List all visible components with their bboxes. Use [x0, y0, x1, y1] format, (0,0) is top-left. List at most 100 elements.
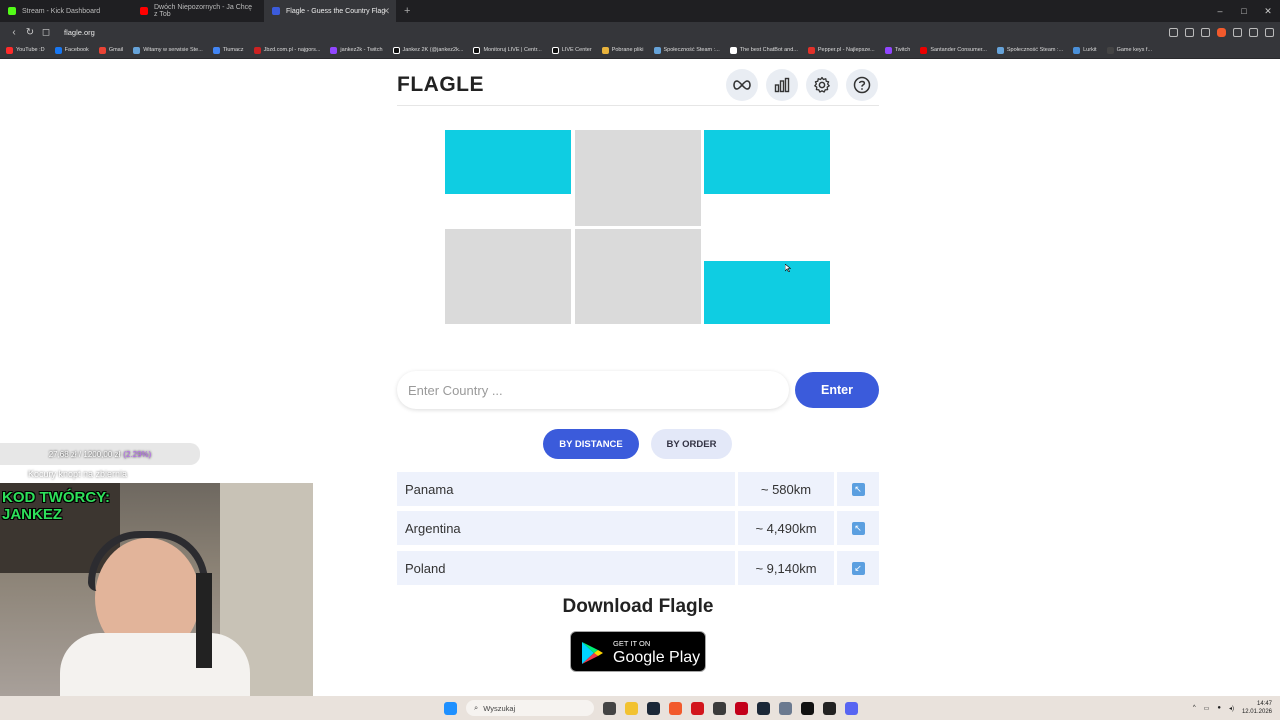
tab-flagle[interactable]: Flagle - Guess the Country Flag ✕	[264, 0, 396, 22]
tab-label: Dwóch Niepozornych - Ja Chcę z Tob	[154, 4, 253, 18]
translate-icon[interactable]	[1169, 27, 1178, 37]
search-icon: ⌕	[474, 703, 479, 712]
infinity-button[interactable]	[726, 69, 758, 101]
start-icon[interactable]	[444, 701, 457, 715]
google-play-icon	[582, 642, 603, 664]
guess-distance: ~ 4,490km	[738, 511, 834, 545]
obs-icon[interactable]	[713, 701, 726, 715]
bookmark-icon[interactable]: ◻	[38, 27, 54, 38]
network-icon[interactable]: ▭	[1204, 705, 1210, 712]
kick-icon	[8, 7, 16, 15]
help-button[interactable]	[846, 69, 878, 101]
back-icon[interactable]: ‹	[6, 27, 22, 38]
media-icon[interactable]	[823, 701, 836, 715]
tray-chevron-icon[interactable]: ^	[1193, 705, 1196, 711]
close-tab-icon[interactable]: ✕	[382, 6, 390, 17]
bookmark-item[interactable]: YouTube :D	[6, 46, 45, 54]
new-tab-button[interactable]: +	[404, 5, 410, 17]
zoom-icon[interactable]	[1185, 27, 1194, 37]
stats-icon	[774, 77, 790, 93]
bookmarks-bar: YouTube :D Facebook Gmail Witamy w serwi…	[0, 42, 1280, 59]
app-title: FLAGLE	[397, 73, 484, 96]
bookmark-item[interactable]: Tłumacz	[212, 46, 244, 54]
bookmark-item[interactable]: Pobrane pliki	[601, 46, 644, 54]
guess-direction: ↖	[837, 472, 879, 506]
mouse-cursor-icon	[785, 264, 791, 272]
donation-percent: (2.29%)	[123, 449, 152, 459]
minimize-icon[interactable]: –	[1208, 0, 1232, 22]
task-view-icon[interactable]	[603, 701, 616, 715]
url-field[interactable]: flagle.org	[64, 28, 95, 37]
address-bar-row: ‹ ↻ ◻ flagle.org	[0, 22, 1280, 42]
google-play-button[interactable]: GET IT ON Google Play	[570, 631, 706, 672]
bookmark-item[interactable]: Facebook	[54, 46, 89, 54]
tiktok-icon[interactable]	[801, 701, 814, 715]
guess-direction: ↙	[837, 551, 879, 585]
share-icon[interactable]	[1201, 27, 1210, 37]
steam-icon[interactable]	[647, 701, 660, 715]
guess-country: Poland	[397, 551, 735, 585]
bookmark-item[interactable]: The best ChatBot and...	[729, 46, 798, 54]
arrow-up-left-icon: ↖	[851, 521, 865, 535]
bookmark-item[interactable]: Gmail	[98, 46, 123, 54]
bookmark-item[interactable]: Santander Consumer...	[920, 46, 987, 54]
enter-button[interactable]: Enter	[795, 372, 879, 408]
sidebar-icon[interactable]	[1249, 27, 1258, 37]
country-input[interactable]	[397, 371, 789, 409]
donation-amount: 27,68 zł / 1200,00 zł	[48, 449, 121, 459]
volume-icon[interactable]: ◂)	[1229, 705, 1234, 712]
download-heading: Download Flagle	[562, 596, 714, 617]
donation-goal-bar: 27,68 zł / 1200,00 zł (2.29%)	[0, 443, 200, 465]
bookmark-item[interactable]: LIVE Center	[551, 46, 592, 54]
gear-icon	[814, 76, 830, 93]
browser-tab-strip: Stream - Kick Dashboard Dwóch Niepozorny…	[0, 0, 1280, 22]
clock[interactable]: 14:47 12.01.2026	[1242, 700, 1272, 716]
bookmark-item[interactable]: Twitch	[884, 46, 910, 54]
menu-icon[interactable]	[1265, 27, 1274, 37]
system-tray: ^ ▭ ● ◂) 14:47 12.01.2026	[1193, 696, 1272, 720]
close-window-icon[interactable]: ✕	[1256, 0, 1280, 22]
bookmark-item[interactable]: Pepper.pl - Najlepsze...	[807, 46, 875, 54]
sort-by-distance-button[interactable]: BY DISTANCE	[543, 429, 639, 459]
creator-code-overlay: KOD TWÓRCY: JANKEZ	[2, 489, 111, 524]
guess-country: Panama	[397, 472, 735, 506]
donation-subtitle: Kocury knopt na zbiernia	[28, 469, 128, 479]
bookmark-item[interactable]: jankez2k - Twitch	[330, 46, 383, 54]
bookmark-item[interactable]: Game keys f...	[1106, 46, 1152, 54]
bookmark-item[interactable]: Jbzd.com.pl - najgors...	[253, 46, 320, 54]
bookmark-item[interactable]: Społeczność Steam :...	[653, 46, 720, 54]
guess-direction: ↖	[837, 511, 879, 545]
arrow-down-left-icon: ↙	[851, 561, 865, 575]
bookmark-item[interactable]: Monitoruj LIVE | Centr...	[473, 46, 542, 54]
flag-icon	[272, 7, 280, 15]
settings-app-icon[interactable]	[779, 701, 792, 715]
steam-icon[interactable]	[757, 701, 770, 715]
bookmark-item[interactable]: Społeczność Steam :...	[996, 46, 1063, 54]
flag-tile-revealed	[445, 130, 571, 226]
stats-button[interactable]	[766, 69, 798, 101]
brave-icon[interactable]	[669, 701, 682, 715]
flag-tile-revealed	[704, 130, 830, 226]
maximize-icon[interactable]: □	[1232, 0, 1256, 22]
sort-by-order-button[interactable]: BY ORDER	[651, 429, 732, 459]
extensions-icon[interactable]	[1233, 27, 1242, 37]
bookmark-item[interactable]: Jankez 2K (@jankez2k...	[392, 46, 463, 54]
reload-icon[interactable]: ↻	[22, 27, 38, 38]
brave-shields-icon[interactable]	[1217, 27, 1226, 37]
store-name: Google Play	[613, 649, 701, 666]
mic-icon[interactable]: ●	[1217, 705, 1221, 711]
header-divider	[397, 105, 879, 106]
discord-icon[interactable]	[845, 701, 858, 715]
settings-button[interactable]	[806, 69, 838, 101]
help-icon	[853, 76, 871, 94]
toolbar-icons	[1169, 22, 1274, 42]
winrar-icon[interactable]	[691, 701, 704, 715]
tab-youtube[interactable]: Dwóch Niepozornych - Ja Chcę z Tob	[132, 0, 264, 22]
bookmark-item[interactable]: Witamy w serwisie Ste...	[133, 46, 203, 54]
flag-tile-hidden	[575, 130, 701, 226]
taskbar-search[interactable]: ⌕ Wyszukaj	[466, 700, 594, 716]
record-icon[interactable]	[735, 701, 748, 715]
tab-kick[interactable]: Stream - Kick Dashboard	[0, 0, 132, 22]
file-explorer-icon[interactable]	[625, 701, 638, 715]
bookmark-item[interactable]: Lurkit	[1073, 46, 1097, 54]
